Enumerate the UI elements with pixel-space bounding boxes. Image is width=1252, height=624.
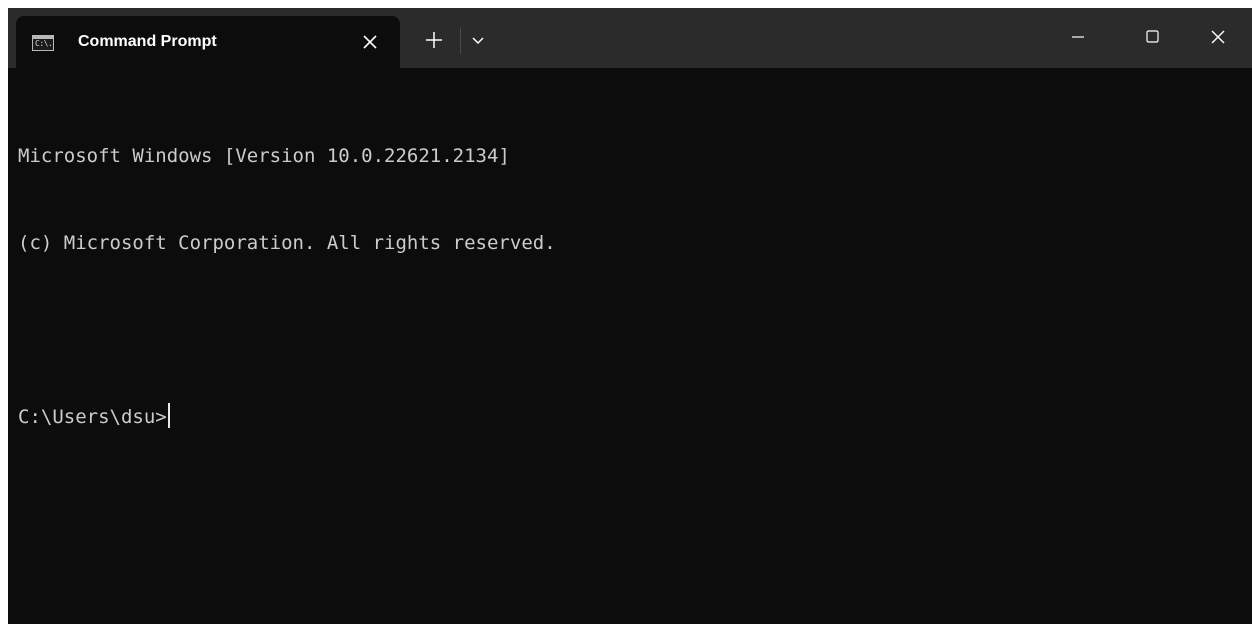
tab-separator bbox=[460, 28, 461, 54]
tab-command-prompt[interactable]: C:\. Command Prompt bbox=[16, 16, 400, 68]
prompt-line[interactable]: C:\Users\dsu> bbox=[18, 403, 556, 432]
console-line: (c) Microsoft Corporation. All rights re… bbox=[18, 232, 556, 254]
terminal-window: C:\. Command Prompt Microsoft Windows [V… bbox=[8, 8, 1252, 624]
title-bar[interactable]: C:\. Command Prompt bbox=[8, 8, 1252, 68]
console-line: Microsoft Windows [Version 10.0.22621.21… bbox=[18, 145, 510, 167]
chevron-down-icon bbox=[472, 37, 484, 45]
close-button[interactable] bbox=[1198, 20, 1238, 54]
close-icon bbox=[363, 35, 377, 49]
maximize-button[interactable] bbox=[1132, 20, 1172, 54]
command-prompt-text: C:\Users\dsu> bbox=[18, 406, 167, 428]
console-output[interactable]: Microsoft Windows [Version 10.0.22621.21… bbox=[18, 84, 556, 490]
tab-title: Command Prompt bbox=[78, 33, 217, 50]
minimize-icon bbox=[1072, 36, 1084, 38]
command-prompt-icon: C:\. bbox=[32, 35, 54, 51]
minimize-button[interactable] bbox=[1058, 20, 1098, 54]
tab-icon-text: C:\. bbox=[35, 39, 53, 48]
new-tab-dropdown-button[interactable] bbox=[470, 32, 486, 48]
plus-icon bbox=[426, 32, 442, 48]
close-icon bbox=[1211, 30, 1225, 44]
tab-close-button[interactable] bbox=[358, 30, 382, 54]
maximize-icon bbox=[1146, 30, 1159, 43]
text-cursor bbox=[167, 403, 170, 428]
new-tab-button[interactable] bbox=[422, 28, 446, 52]
